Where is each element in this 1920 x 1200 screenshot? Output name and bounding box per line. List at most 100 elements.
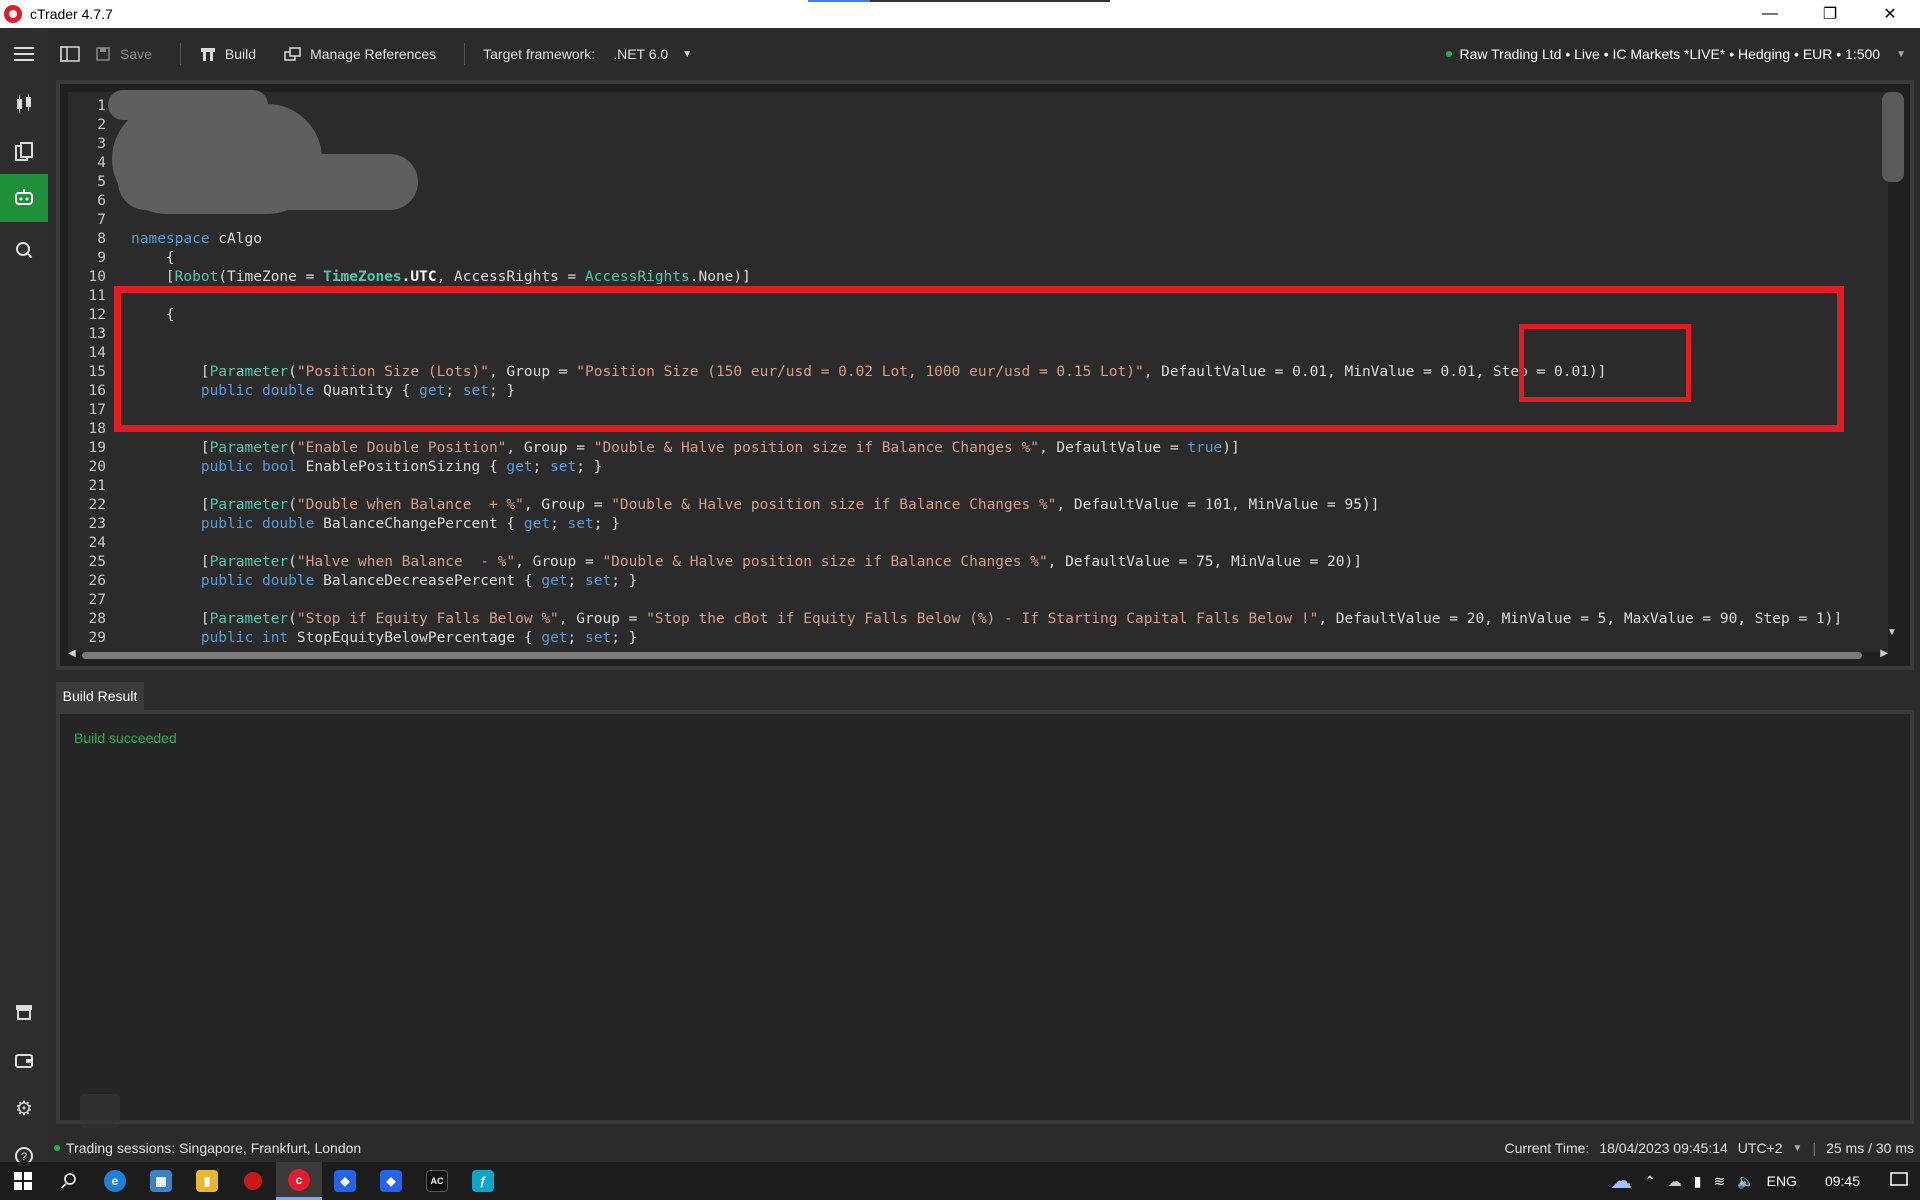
- code-line[interactable]: 26 public double BalanceDecreasePercent …: [68, 572, 1888, 591]
- line-number: 18: [88, 421, 106, 437]
- line-number: 28: [88, 611, 106, 627]
- tab-build-result[interactable]: Build Result: [56, 682, 144, 710]
- code-line[interactable]: 3: [68, 135, 1888, 154]
- code-token: set: [585, 573, 612, 589]
- line-number: 7: [97, 212, 106, 228]
- scrollbar-thumb[interactable]: [82, 652, 1862, 659]
- script-app-icon[interactable]: ƒ: [460, 1162, 506, 1200]
- code-token: "Halve when Balance - %": [296, 554, 516, 570]
- toggle-panel-icon[interactable]: [60, 46, 80, 62]
- code-token: [: [131, 497, 210, 513]
- code-token: set: [585, 630, 612, 646]
- store-icon[interactable]: [0, 988, 48, 1036]
- code-token: "Double & Halve position size if Balance…: [593, 440, 1039, 456]
- toolbar-divider: [179, 43, 181, 65]
- automate-robot-icon[interactable]: [0, 174, 48, 222]
- code-line[interactable]: 7: [68, 211, 1888, 230]
- language-indicator[interactable]: ENG: [1767, 1173, 1797, 1189]
- minimize-button[interactable]: —: [1740, 0, 1800, 28]
- code-token: [: [131, 611, 210, 627]
- chevron-down-icon: ▼: [682, 48, 693, 60]
- code-line[interactable]: 20 public bool EnablePositionSizing { ge…: [68, 458, 1888, 477]
- save-icon: [94, 46, 112, 62]
- code-token: get: [541, 573, 568, 589]
- close-button[interactable]: ✕: [1860, 0, 1920, 28]
- ctrader-taskbar-icon[interactable]: c: [276, 1162, 322, 1200]
- highlight-box-step: [1519, 324, 1691, 402]
- code-line[interactable]: 25 [Parameter("Halve when Balance - %", …: [68, 553, 1888, 572]
- scrollbar-thumb[interactable]: [1882, 92, 1904, 182]
- wifi-icon[interactable]: ≋: [1713, 1173, 1725, 1190]
- chevron-up-icon[interactable]: ⌃: [1644, 1173, 1656, 1190]
- settings-gear-icon[interactable]: ⚙: [0, 1084, 48, 1132]
- build-label: Build: [224, 46, 257, 62]
- control-panel-icon[interactable]: ▦: [138, 1162, 184, 1200]
- line-number: 24: [88, 535, 106, 551]
- horizontal-scrollbar[interactable]: ◀ ▶: [68, 648, 1888, 662]
- algo-app-icon[interactable]: AC: [414, 1162, 460, 1200]
- current-time: 18/04/2023 09:45:14: [1599, 1140, 1728, 1156]
- file-explorer-icon[interactable]: ▮: [184, 1162, 230, 1200]
- onedrive-icon[interactable]: ☁: [1668, 1173, 1682, 1190]
- manage-references-button[interactable]: Manage References: [284, 46, 436, 62]
- volume-muted-icon[interactable]: 🔈: [1737, 1173, 1754, 1190]
- timezone[interactable]: UTC+2: [1738, 1140, 1783, 1156]
- analyze-search-icon[interactable]: [0, 226, 48, 274]
- wallet-icon[interactable]: [0, 1036, 48, 1084]
- code-line[interactable]: 10 [Robot(TimeZone = TimeZones.UTC, Acce…: [68, 268, 1888, 287]
- code-token: , DefaultValue = 20, MinValue = 5, MaxVa…: [1318, 611, 1843, 627]
- code-line[interactable]: 9 {: [68, 249, 1888, 268]
- line-number: 25: [88, 554, 106, 570]
- scroll-right-icon[interactable]: ▶: [1880, 648, 1888, 659]
- line-number: 15: [88, 364, 106, 380]
- weather-icon[interactable]: ☁: [1610, 1168, 1632, 1194]
- chevron-down-icon[interactable]: ▼: [1793, 1143, 1803, 1154]
- redacted-region: [118, 154, 418, 210]
- hamburger-menu-icon[interactable]: [0, 30, 48, 78]
- code-line[interactable]: 24: [68, 534, 1888, 553]
- edge-browser-icon[interactable]: e: [92, 1162, 138, 1200]
- code-line[interactable]: 22 [Parameter("Double when Balance + %",…: [68, 496, 1888, 515]
- line-number: 9: [97, 250, 106, 266]
- battery-icon[interactable]: ▮: [1694, 1173, 1702, 1190]
- code-text: [Parameter("Stop if Equity Falls Below %…: [131, 610, 1842, 629]
- code-line[interactable]: 29 public int StopEquityBelowPercentage …: [68, 629, 1888, 648]
- scroll-down-icon[interactable]: ▼: [1887, 627, 1897, 638]
- code-line[interactable]: 19 [Parameter("Enable Double Position", …: [68, 439, 1888, 458]
- line-number: 12: [88, 307, 106, 323]
- code-line[interactable]: 1: [68, 97, 1888, 116]
- code-line[interactable]: 21: [68, 477, 1888, 496]
- windows-start-icon[interactable]: [0, 1162, 46, 1200]
- scroll-left-icon[interactable]: ◀: [68, 648, 76, 659]
- clock[interactable]: 09:45: [1825, 1173, 1860, 1189]
- ctrader-automate-icon[interactable]: ◆: [368, 1162, 414, 1200]
- code-line[interactable]: 23 public double BalanceChangePercent { …: [68, 515, 1888, 534]
- search-icon[interactable]: [46, 1162, 92, 1200]
- target-framework-dropdown[interactable]: .NET 6.0 ▼: [613, 46, 692, 62]
- line-number: 27: [88, 592, 106, 608]
- code-token: [: [131, 440, 210, 456]
- code-line[interactable]: 8 namespace cAlgo: [68, 230, 1888, 249]
- build-button[interactable]: Build: [199, 46, 256, 62]
- latency: 25 ms / 30 ms: [1826, 1140, 1914, 1156]
- code-line[interactable]: 2: [68, 116, 1888, 135]
- restore-button[interactable]: ❐: [1800, 0, 1860, 28]
- line-number: 10: [88, 269, 106, 285]
- copy-icon[interactable]: [0, 128, 48, 176]
- trade-icon[interactable]: [0, 80, 48, 128]
- build-icon: [199, 46, 217, 62]
- ctrader-alt-icon[interactable]: ◆: [322, 1162, 368, 1200]
- code-line[interactable]: 27: [68, 591, 1888, 610]
- code-token: "Enable Double Position": [296, 440, 507, 456]
- save-button[interactable]: Save: [94, 46, 152, 62]
- recorder-icon[interactable]: [230, 1162, 276, 1200]
- account-selector[interactable]: Raw Trading Ltd • Live • IC Markets *LIV…: [1445, 28, 1906, 80]
- notifications-icon[interactable]: [1890, 1171, 1908, 1191]
- code-line[interactable]: 28 [Parameter("Stop if Equity Falls Belo…: [68, 610, 1888, 629]
- vertical-scrollbar[interactable]: ▼: [1882, 92, 1904, 652]
